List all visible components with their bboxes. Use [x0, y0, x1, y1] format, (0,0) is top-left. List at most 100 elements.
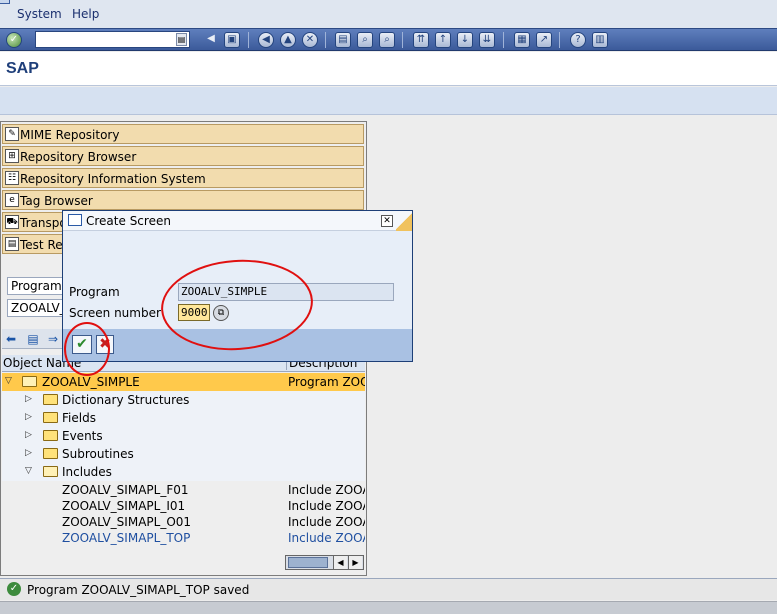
nav-button-repository-information-system[interactable]: ☷ Repository Information System: [2, 168, 364, 188]
collapse-arrow-icon[interactable]: ▽: [25, 466, 35, 476]
taskbar-strip: [0, 601, 777, 614]
folder-open-icon: [43, 466, 58, 477]
object-type-select[interactable]: Program: [7, 277, 65, 295]
scrollbar-thumb[interactable]: [288, 557, 328, 568]
cancel-icon[interactable]: ✕: [302, 32, 318, 48]
new-session-icon[interactable]: ▦: [514, 32, 530, 48]
prev-page-icon[interactable]: ↑: [435, 32, 451, 48]
tree-node-fields[interactable]: ▷ Fields: [2, 409, 365, 427]
nav-button-label: Transpo: [20, 216, 67, 230]
nav-button-label: Test Re: [20, 238, 63, 252]
tree-node-program[interactable]: ▽ ZOOALV_SIMPLE Program ZOO: [2, 373, 365, 391]
help-icon[interactable]: ?: [570, 32, 586, 48]
close-icon[interactable]: ✕: [381, 215, 393, 227]
collapse-arrow-icon[interactable]: ▽: [5, 376, 15, 386]
display-icon[interactable]: ▤: [26, 332, 40, 346]
dialog-corner-decoration: [396, 211, 412, 231]
menu-bar: System Help: [0, 0, 777, 28]
tree-node-include-top[interactable]: ZOOALV_SIMAPL_TOP Include ZOOA: [2, 529, 365, 547]
expand-arrow-icon[interactable]: ▷: [25, 448, 35, 458]
tree-node-description: Include ZOOA: [288, 531, 365, 545]
tree-node-subroutines[interactable]: ▷ Subroutines: [2, 445, 365, 463]
toolbar-separator: [559, 32, 560, 48]
tree-node-label: Fields: [62, 411, 96, 425]
tag-browser-icon: e: [5, 193, 19, 207]
cancel-button[interactable]: ✖: [96, 335, 114, 354]
expand-arrow-icon[interactable]: ▷: [25, 394, 35, 404]
success-icon: ✓: [7, 582, 21, 596]
find-icon[interactable]: ⌕: [357, 32, 373, 48]
toolbar-separator: [248, 32, 249, 48]
tree-node-dictionary-structures[interactable]: ▷ Dictionary Structures: [2, 391, 365, 409]
tree-node-label: ZOOALV_SIMAPL_F01: [62, 483, 189, 497]
save-icon[interactable]: ▣: [224, 32, 240, 48]
print-icon[interactable]: ▤: [335, 32, 351, 48]
dialog-header: Create Screen ✕: [63, 211, 412, 231]
command-field[interactable]: ▤: [35, 31, 190, 48]
forward-arrow-icon[interactable]: ⇒: [46, 332, 60, 346]
back-arrow-icon[interactable]: ⬅: [4, 332, 18, 346]
info-system-icon: ☷: [5, 171, 19, 185]
exit-icon[interactable]: ▲: [280, 32, 296, 48]
program-label: Program: [69, 285, 120, 299]
folder-open-icon: [22, 376, 37, 387]
nav-button-repository-browser[interactable]: ⊞ Repository Browser: [2, 146, 364, 166]
nav-button-label: MIME Repository: [20, 128, 120, 142]
first-page-icon[interactable]: ⇈: [413, 32, 429, 48]
layout-icon[interactable]: ▥: [592, 32, 608, 48]
folder-icon: [43, 412, 58, 423]
command-history-icon[interactable]: ▤: [176, 33, 187, 46]
window-menu-icon[interactable]: [0, 0, 10, 4]
repository-browser-icon: ⊞: [5, 149, 19, 163]
tree-node-events[interactable]: ▷ Events: [2, 427, 365, 445]
toolbar-separator: [503, 32, 504, 48]
menu-system[interactable]: System: [17, 7, 62, 21]
nav-button-tag-browser[interactable]: e Tag Browser: [2, 190, 364, 210]
program-field: ZOOALV_SIMPLE: [178, 283, 394, 301]
folder-icon: [43, 448, 58, 459]
menu-help[interactable]: Help: [72, 7, 99, 21]
status-bar: ✓ Program ZOOALV_SIMAPL_TOP saved: [0, 578, 777, 600]
nav-button-label: Repository Information System: [20, 172, 206, 186]
application-toolbar: [0, 87, 777, 115]
tree-node-label: Dictionary Structures: [62, 393, 190, 407]
create-screen-dialog: Create Screen ✕ Program ZOOALV_SIMPLE Sc…: [62, 210, 413, 362]
tree-node-description: Include ZOOA: [288, 483, 365, 497]
nav-button-label: Repository Browser: [20, 150, 137, 164]
next-page-icon[interactable]: ↓: [457, 32, 473, 48]
standard-toolbar: ✓ ▤ ◀ ▣ ◀ ▲ ✕ ▤ ⌕ ⌕ ⇈ ↑ ↓ ⇊ ▦ ↗ ? ▥: [0, 28, 777, 51]
scroll-right-icon[interactable]: ▶: [348, 556, 362, 569]
horizontal-scrollbar[interactable]: ◀ ▶: [285, 555, 364, 570]
toolbar-separator: [325, 32, 326, 48]
back-nav-icon[interactable]: ◀: [258, 32, 274, 48]
enter-icon[interactable]: ✓: [6, 32, 22, 48]
expand-arrow-icon[interactable]: ▷: [25, 430, 35, 440]
toolbar-separator: [402, 32, 403, 48]
transport-icon: ⛟: [5, 215, 19, 229]
mime-repository-icon: ✎: [5, 127, 19, 141]
nav-button-mime-repository[interactable]: ✎ MIME Repository: [2, 124, 364, 144]
value-help-icon[interactable]: ⧉: [213, 305, 229, 321]
object-name-input[interactable]: ZOOALV_: [7, 299, 66, 317]
expand-arrow-icon[interactable]: ▷: [25, 412, 35, 422]
tree-node-label: Events: [62, 429, 103, 443]
page-title: SAP: [6, 60, 39, 77]
tree-node-includes[interactable]: ▽ Includes: [2, 463, 365, 481]
screen-number-input[interactable]: 9000: [178, 304, 210, 321]
tree-node-label: Subroutines: [62, 447, 134, 461]
last-page-icon[interactable]: ⇊: [479, 32, 495, 48]
test-repository-icon: ▤: [5, 237, 19, 251]
back-arrow-icon[interactable]: ◀: [203, 32, 219, 48]
find-next-icon[interactable]: ⌕: [379, 32, 395, 48]
folder-icon: [43, 430, 58, 441]
tree-node-label: ZOOALV_SIMAPL_O01: [62, 515, 192, 529]
tree-node-label: ZOOALV_SIMAPL_I01: [62, 499, 186, 513]
tree-node-label: ZOOALV_SIMPLE: [42, 375, 140, 389]
continue-button[interactable]: ✔: [72, 335, 92, 354]
tree-node-label: ZOOALV_SIMAPL_TOP: [62, 531, 191, 545]
dialog-title: Create Screen: [86, 214, 171, 228]
status-message: Program ZOOALV_SIMAPL_TOP saved: [27, 583, 250, 597]
scroll-left-icon[interactable]: ◀: [333, 556, 347, 569]
nav-button-label: Tag Browser: [20, 194, 93, 208]
shortcut-icon[interactable]: ↗: [536, 32, 552, 48]
